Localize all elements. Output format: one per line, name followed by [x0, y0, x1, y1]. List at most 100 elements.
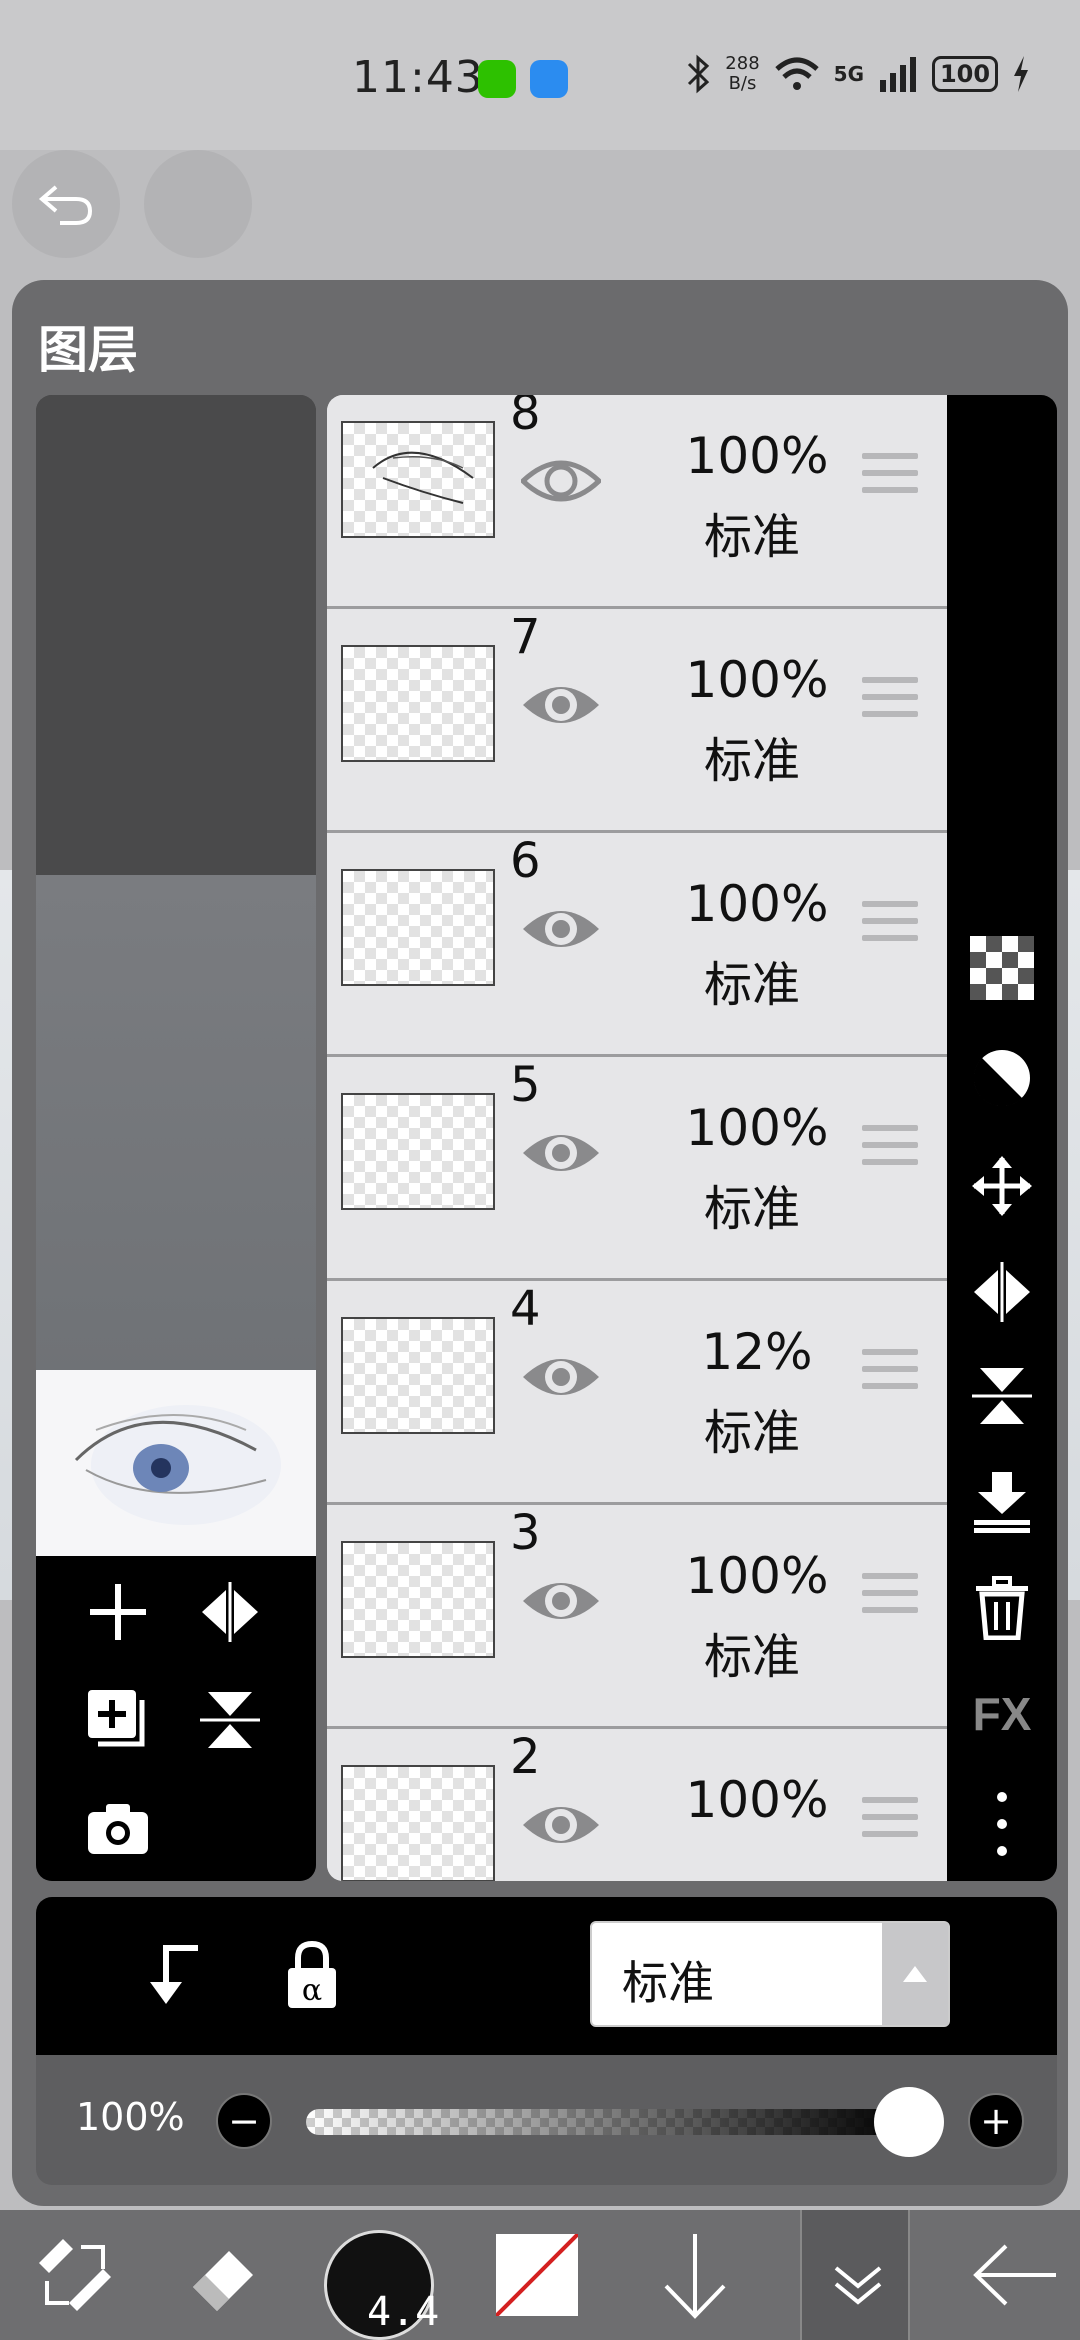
layer-thumbnail — [341, 1541, 495, 1658]
layer-thumbnail — [341, 421, 495, 538]
layer-number: 5 — [510, 1057, 541, 1113]
undo-button[interactable] — [12, 150, 120, 258]
transform-icon — [39, 2239, 111, 2311]
layer-number: 4 — [510, 1281, 541, 1337]
alpha-lock-button[interactable]: α — [276, 1939, 348, 2011]
layer-row-8[interactable]: 8 100% 标准 — [327, 395, 947, 609]
net-speed-value: 288 — [725, 53, 760, 74]
layer-opacity: 100% — [685, 1099, 829, 1157]
transform-button[interactable] — [20, 2210, 130, 2340]
layer-row-3[interactable]: 3 100% 标准 — [327, 1505, 947, 1729]
dropdown-arrow-icon[interactable] — [882, 1923, 948, 2025]
duplicate-layer-icon — [88, 1690, 145, 1747]
layer-blend-mode: 标准 — [703, 1405, 800, 1461]
merge-down-icon — [974, 1472, 1030, 1533]
flip-vertical-button[interactable] — [194, 1684, 266, 1756]
drag-handle-icon[interactable] — [862, 1573, 918, 1623]
clipping-button[interactable] — [136, 1937, 208, 2009]
layer-number: 3 — [510, 1505, 541, 1561]
layer-row-5[interactable]: 5 100% 标准 — [327, 1057, 947, 1281]
network-type: 5G — [833, 62, 864, 86]
drag-handle-icon[interactable] — [862, 1349, 918, 1399]
undo-icon — [38, 185, 93, 225]
layer-properties-bar: α 标准 — [36, 1897, 1057, 2055]
eye-icon[interactable] — [521, 1337, 601, 1417]
add-layer-button[interactable] — [82, 1576, 154, 1648]
eye-icon[interactable] — [521, 1785, 601, 1865]
layers-toggle-button[interactable] — [800, 2210, 910, 2340]
panel-title: 图层 — [38, 321, 138, 379]
alpha-lock-icon: α — [288, 1940, 336, 2008]
layer-row-6[interactable]: 6 100% 标准 — [327, 833, 947, 1057]
invert-circle-icon — [973, 1050, 1030, 1107]
layer-opacity: 100% — [685, 1547, 829, 1605]
no-color-slash — [496, 2234, 578, 2316]
flip-horizontal-button[interactable] — [194, 1576, 266, 1648]
layer-opacity: 100% — [685, 1771, 829, 1829]
merge-down-button[interactable] — [967, 1467, 1037, 1537]
duplicate-layer-button[interactable] — [82, 1684, 154, 1756]
layer-thumbnail — [341, 645, 495, 762]
layer-number: 6 — [510, 833, 541, 889]
eraser-button[interactable] — [170, 2210, 280, 2340]
blend-mode-select[interactable]: 标准 — [590, 1921, 950, 2027]
color-swatch[interactable] — [496, 2234, 578, 2316]
drag-handle-icon[interactable] — [862, 901, 918, 951]
status-bar: 11:43 288 B/s 5G 100 — [0, 0, 1080, 150]
move-icon — [972, 1156, 1032, 1216]
layer-row-4[interactable]: 4 12% 标准 — [327, 1281, 947, 1505]
drag-handle-icon[interactable] — [862, 1125, 918, 1175]
charging-icon — [1014, 56, 1028, 92]
layer-row-7[interactable]: 7 100% 标准 — [327, 609, 947, 833]
flip-horizontal-icon — [974, 1262, 1030, 1322]
flip-h-button[interactable] — [967, 1257, 1037, 1327]
eye-icon[interactable] — [521, 1561, 601, 1641]
drag-handle-icon[interactable] — [862, 453, 918, 503]
opacity-slider-knob[interactable] — [874, 2087, 944, 2157]
layer-opacity: 100% — [685, 651, 829, 709]
layers-toggle-icon — [834, 2266, 882, 2305]
layer-preview-column — [36, 395, 316, 1881]
opacity-plus-button[interactable]: + — [968, 2093, 1024, 2149]
fx-button[interactable]: FX — [967, 1679, 1037, 1749]
drag-handle-icon[interactable] — [862, 677, 918, 727]
layer-number: 2 — [510, 1729, 541, 1785]
invert-button[interactable] — [967, 1043, 1037, 1113]
opacity-slider[interactable] — [306, 2109, 906, 2135]
opacity-minus-button[interactable]: − — [216, 2093, 272, 2149]
eye-outline-icon[interactable] — [521, 441, 601, 521]
flip-v-button[interactable] — [967, 1361, 1037, 1431]
layer-thumbnail — [341, 1093, 495, 1210]
blend-mode-value: 标准 — [622, 1956, 714, 2010]
camera-button[interactable] — [82, 1792, 154, 1864]
back-button[interactable] — [960, 2210, 1070, 2340]
main-toolbar: 4.4 — [0, 2210, 1080, 2340]
clipping-arrow-icon — [150, 1945, 198, 2004]
move-button[interactable] — [967, 1151, 1037, 1221]
brush-size-button[interactable]: 4.4 — [324, 2230, 439, 2340]
status-time: 11:43 — [352, 52, 484, 103]
wechat-icon — [478, 60, 516, 98]
canvas-thumbnail[interactable] — [36, 1370, 316, 1556]
layer-opacity: 100% — [685, 875, 829, 933]
eye-icon[interactable] — [521, 889, 601, 969]
eraser-icon — [193, 2251, 253, 2311]
preview-dark — [36, 395, 316, 875]
more-options-button[interactable] — [967, 1789, 1037, 1859]
battery-indicator: 100 — [932, 56, 998, 92]
fx-icon: FX — [972, 1688, 1032, 1740]
redo-button[interactable] — [144, 150, 252, 258]
layer-row-2[interactable]: 2 100% — [327, 1729, 947, 1881]
eye-icon[interactable] — [521, 1113, 601, 1193]
flip-horizontal-icon — [202, 1582, 258, 1642]
eye-icon[interactable] — [521, 665, 601, 745]
transparency-button[interactable] — [967, 933, 1037, 1003]
drag-handle-icon[interactable] — [862, 1797, 918, 1847]
layer-thumbnail — [341, 869, 495, 986]
layer-blend-mode: 标准 — [703, 1181, 800, 1237]
preview-canvas — [36, 875, 316, 1375]
down-arrow-button[interactable] — [640, 2210, 750, 2340]
arrow-down-icon — [664, 2234, 726, 2319]
layer-list[interactable]: 8 100% 标准 7 100% 标准 6 100% 标准 5 100% 标准 … — [327, 395, 947, 1881]
delete-layer-button[interactable] — [967, 1573, 1037, 1643]
